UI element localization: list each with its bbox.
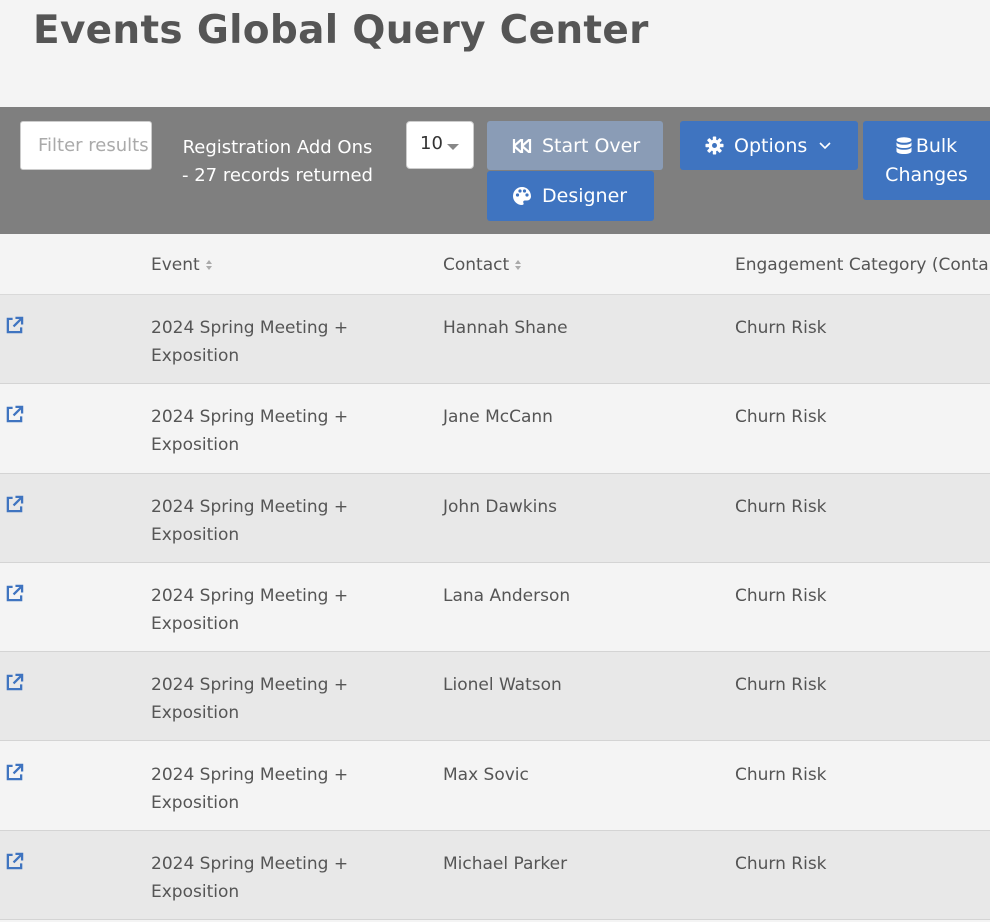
sort-icon [515,260,522,270]
contact-cell: John Dawkins [443,496,557,517]
engagement-category-cell: Churn Risk [735,853,827,874]
contact-cell: Max Sovic [443,764,529,785]
database-icon [896,137,912,155]
external-link-icon[interactable] [5,405,24,433]
table-row: 2024 Spring Meeting + Exposition Lionel W… [0,652,990,742]
engagement-category-cell: Churn Risk [735,764,827,785]
page-size-value: 10 [420,133,443,154]
start-over-button[interactable]: Start Over [487,121,663,170]
start-over-label: Start Over [542,134,641,157]
designer-label: Designer [542,185,628,207]
external-link-icon[interactable] [5,763,24,791]
table-row: 2024 Spring Meeting + Exposition Lana And… [0,562,990,653]
engagement-category-cell: Churn Risk [735,675,827,696]
chevron-down-icon [819,141,831,150]
options-label: Options [734,134,808,157]
column-label: Engagement Category (Conta [735,255,989,275]
engagement-category-cell: Churn Risk [735,318,827,338]
column-label: Contact [443,255,510,275]
table-row: 2024 Spring Meeting + Exposition Jane McC… [0,384,990,474]
engagement-category-cell: Churn Risk [735,585,827,606]
external-link-icon[interactable] [5,316,24,344]
external-link-icon[interactable] [5,852,24,880]
bulk-changes-button[interactable]: Bulk Changes [863,121,990,200]
event-cell: 2024 Spring Meeting + Exposition [151,585,349,634]
bulk-label-line1: Bulk [915,134,958,157]
records-summary: Registration Add Ons - 27 records return… [160,134,395,190]
column-label: Event [151,255,200,275]
engagement-category-cell: Churn Risk [735,496,827,517]
designer-button[interactable]: Designer [487,171,654,221]
contact-cell: Lana Anderson [443,585,571,606]
contact-cell: Michael Parker [443,853,568,874]
event-cell: 2024 Spring Meeting + Exposition [151,675,349,724]
column-header-event[interactable]: Event [151,255,212,275]
table-row: 2024 Spring Meeting + Exposition Max Sovi… [0,741,990,831]
filter-input[interactable] [20,121,152,170]
external-link-icon[interactable] [5,584,24,612]
page-title: Events Global Query Center [33,8,649,53]
external-link-icon[interactable] [5,495,24,523]
event-cell: 2024 Spring Meeting + Exposition [151,407,349,456]
caret-down-icon [447,144,459,150]
contact-cell: Hannah Shane [443,318,568,338]
bulk-label-line2: Changes [885,163,968,186]
table-row: 2024 Spring Meeting + Exposition Hannah S… [0,295,990,385]
event-cell: 2024 Spring Meeting + Exposition [151,318,349,366]
options-button[interactable]: Options [680,121,858,170]
records-count: - 27 records returned [182,165,373,186]
column-header-contact[interactable]: Contact [443,255,522,275]
sort-icon [205,260,212,270]
gear-icon [705,136,724,155]
event-cell: 2024 Spring Meeting + Exposition [151,496,349,545]
query-name: Registration Add Ons [182,137,373,158]
fast-backward-icon [512,138,532,153]
column-header-engagement-category[interactable]: Engagement Category (Conta [735,255,989,275]
contact-cell: Jane McCann [443,407,553,428]
page-size-select[interactable]: 10 [406,121,474,169]
contact-cell: Lionel Watson [443,675,562,696]
event-cell: 2024 Spring Meeting + Exposition [151,764,349,813]
table-row: 2024 Spring Meeting + Exposition Michael … [0,830,990,921]
event-cell: 2024 Spring Meeting + Exposition [151,853,349,902]
table-row: 2024 Spring Meeting + Exposition John Daw… [0,473,990,563]
external-link-icon[interactable] [5,673,24,701]
palette-icon [512,186,532,206]
engagement-category-cell: Churn Risk [735,407,827,428]
